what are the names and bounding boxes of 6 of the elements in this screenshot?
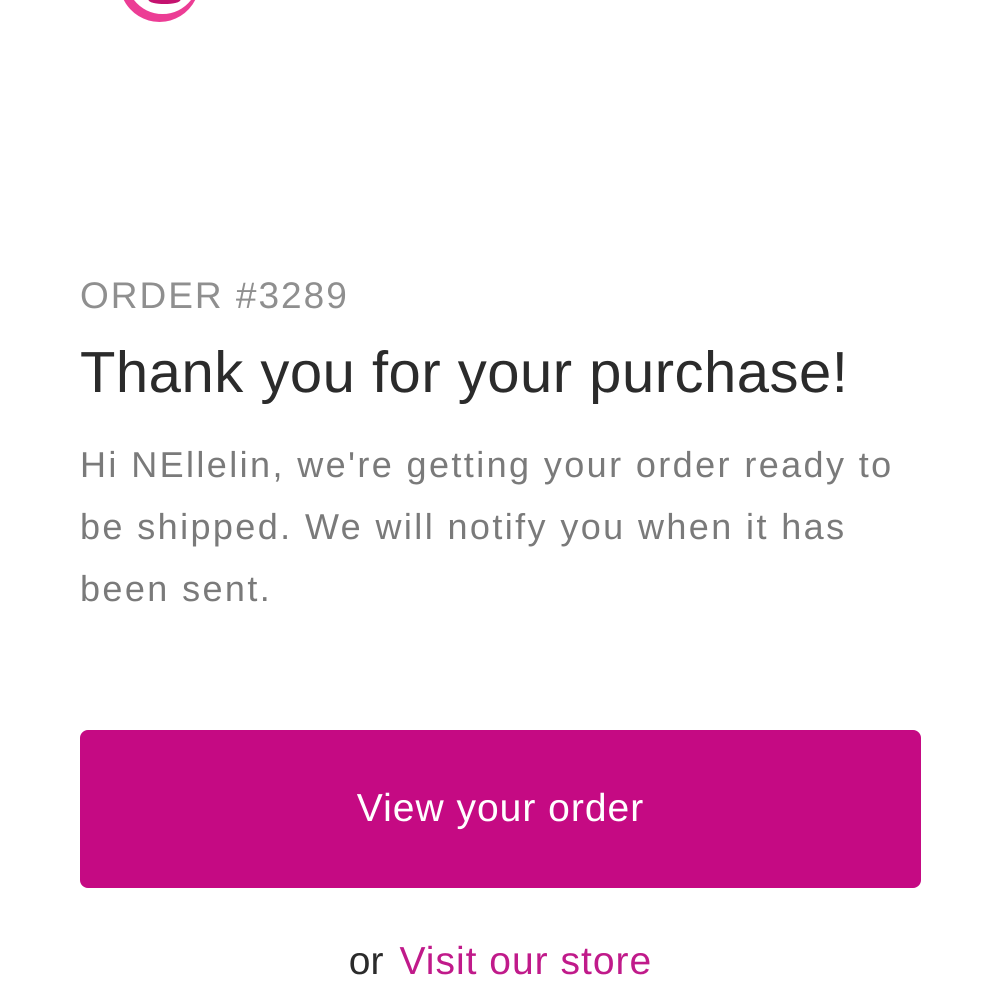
- view-order-button[interactable]: View your order: [80, 730, 921, 888]
- or-text: or: [348, 939, 384, 985]
- order-number: ORDER #3289: [80, 276, 349, 316]
- visit-store-link[interactable]: Visit our store: [399, 939, 652, 985]
- message-text: Hi NEllelin, we're getting your order ready to be shipped. We will notify you when it has been sent.: [80, 443, 895, 611]
- heading: Thank you for your purchase!: [80, 339, 848, 407]
